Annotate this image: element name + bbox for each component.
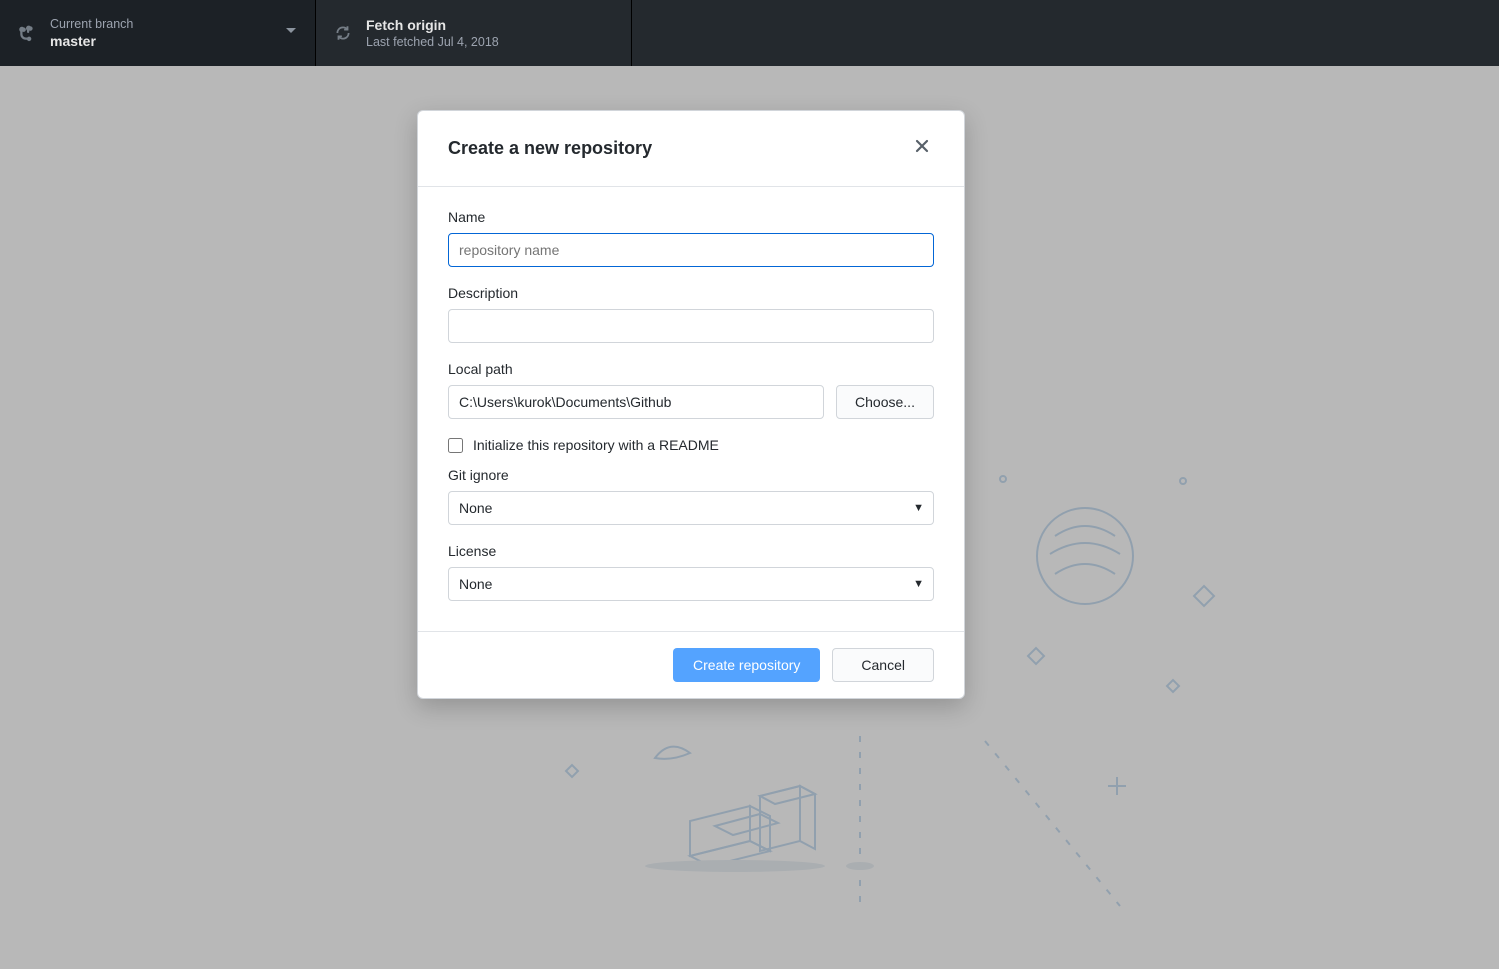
choose-path-button[interactable]: Choose... bbox=[836, 385, 934, 419]
license-select[interactable]: None bbox=[448, 567, 934, 601]
top-toolbar: Current branch master Fetch origin Last … bbox=[0, 0, 1499, 66]
fetch-label: Fetch origin bbox=[366, 16, 499, 34]
close-icon bbox=[914, 137, 930, 159]
fetch-origin-button[interactable]: Fetch origin Last fetched Jul 4, 2018 bbox=[316, 0, 632, 66]
create-repository-button[interactable]: Create repository bbox=[673, 648, 820, 682]
branch-label: Current branch bbox=[50, 16, 133, 32]
cancel-button[interactable]: Cancel bbox=[832, 648, 934, 682]
branch-icon bbox=[18, 24, 36, 42]
branch-name: master bbox=[50, 32, 133, 50]
sync-icon bbox=[334, 24, 352, 42]
dialog-title: Create a new repository bbox=[448, 138, 652, 159]
close-button[interactable] bbox=[910, 133, 934, 164]
chevron-down-icon bbox=[285, 24, 297, 42]
gitignore-label: Git ignore bbox=[448, 467, 934, 483]
license-label: License bbox=[448, 543, 934, 559]
description-input[interactable] bbox=[448, 309, 934, 343]
current-branch-menu[interactable]: Current branch master bbox=[0, 0, 316, 66]
dialog-header: Create a new repository bbox=[418, 111, 964, 187]
local-path-input[interactable] bbox=[448, 385, 824, 419]
create-repository-dialog: Create a new repository Name Description… bbox=[417, 110, 965, 699]
name-input[interactable] bbox=[448, 233, 934, 267]
readme-checkbox[interactable] bbox=[448, 438, 463, 453]
fetch-sub: Last fetched Jul 4, 2018 bbox=[366, 34, 499, 50]
dialog-body: Name Description Local path Choose... In… bbox=[418, 187, 964, 631]
local-path-label: Local path bbox=[448, 361, 934, 377]
readme-label[interactable]: Initialize this repository with a README bbox=[473, 437, 719, 453]
dialog-footer: Create repository Cancel bbox=[418, 631, 964, 698]
gitignore-select[interactable]: None bbox=[448, 491, 934, 525]
name-label: Name bbox=[448, 209, 934, 225]
description-label: Description bbox=[448, 285, 934, 301]
